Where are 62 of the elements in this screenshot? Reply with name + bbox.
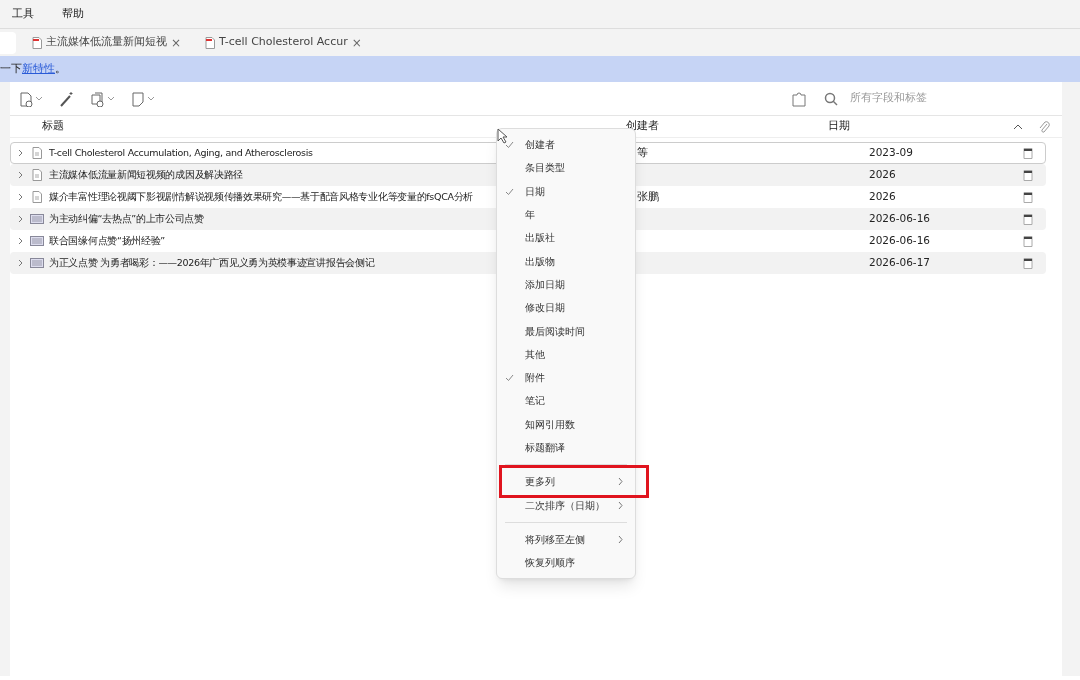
newspaper-icon [29,214,45,224]
menu-item[interactable]: 出版物 [497,249,635,273]
tab[interactable]: T-cell Cholesterol Accur × [197,31,370,54]
tab[interactable]: 主流媒体低流量新闻短视 × [24,31,190,54]
menu-item[interactable]: 恢复列顺序 [497,551,635,575]
menu-item[interactable]: 最后阅读时间 [497,319,635,343]
close-icon[interactable]: × [171,33,182,52]
document-icon [29,147,45,159]
check-icon [505,374,514,382]
menu-item[interactable]: 二次排序（日期） [497,493,635,517]
menu-item[interactable]: 工具 [12,5,34,23]
menu-item[interactable]: 标题翻译 [497,435,635,460]
new-item-icon[interactable] [18,90,42,107]
link[interactable]: 新特性 [22,60,55,78]
menu-item[interactable]: 其他 [497,342,635,366]
chevron-icon [618,477,623,487]
tab-title: T-cell Cholesterol Accur [219,34,348,51]
column-header[interactable]: 日期 [820,118,1014,135]
attach-file-icon[interactable] [90,90,114,107]
table-cell: 主流媒体低流量新闻短视频的成因及解决路径 [49,169,243,181]
menu-item[interactable]: 修改日期 [497,296,635,320]
menu-item[interactable]: 年 [497,202,635,227]
table-cell: 张鹏 [637,190,659,203]
menu-item[interactable]: 笔记 [497,389,635,413]
search-field[interactable]: 所有字段和标签 [850,90,1054,107]
menu-item[interactable]: 帮助 [62,5,84,23]
newspaper-icon [29,236,45,246]
menu-item[interactable]: 将列移至左侧 [497,527,635,552]
table-cell: 联合国缘何点赞“扬州经验” [49,235,165,247]
chevron-icon [618,500,623,510]
table-cell: 2026-06-17 [869,256,931,269]
document-icon [29,191,45,203]
table-cell: 媒介丰富性理论视阈下影视剧情解说视频传播效果研究——基于配音风格专业化等变量的fsQCA分析 [49,191,474,203]
table-cell: 为正义点赞 为勇者喝彩：——2026年广西见义勇为英模事迹宣讲报告会侧记 [49,257,375,269]
chevron-icon [618,534,623,544]
table-cell: 等 [637,146,648,159]
paperclip-icon [1038,119,1050,134]
table-cell: 2026-06-16 [869,212,931,225]
table-cell: 2026-06-16 [869,234,931,247]
banner-text: 。 [55,60,66,77]
banner-text: 一下 [0,60,22,77]
menu-item[interactable]: 条目类型 [497,156,635,180]
menu-item[interactable]: 知网引用数 [497,412,635,436]
document-icon [29,169,45,181]
tab-title: 主流媒体低流量新闻短视 [46,34,167,51]
close-icon[interactable]: × [351,33,362,52]
check-icon [505,141,514,149]
menu-item[interactable]: 添加日期 [497,272,635,297]
menu-item[interactable]: 更多列 [497,470,635,494]
column-header[interactable]: 标题 [10,118,596,135]
menu-item[interactable]: 日期 [497,179,635,203]
newspaper-icon [29,258,45,268]
table-cell: T-cell Cholesterol Accumulation, Aging, and Atherosclerosis [49,147,313,159]
search-icon [824,91,838,106]
note-icon[interactable] [130,90,154,107]
table-cell: 2026 [869,168,896,181]
table-cell: 2026 [869,190,896,203]
table-cell: 2023-09 [869,146,913,159]
menu-item[interactable]: 附件 [497,365,635,390]
check-icon [505,187,514,195]
table-cell: 为主动纠偏“去热点”的上市公司点赞 [49,213,204,225]
sort-icon [1014,124,1022,129]
